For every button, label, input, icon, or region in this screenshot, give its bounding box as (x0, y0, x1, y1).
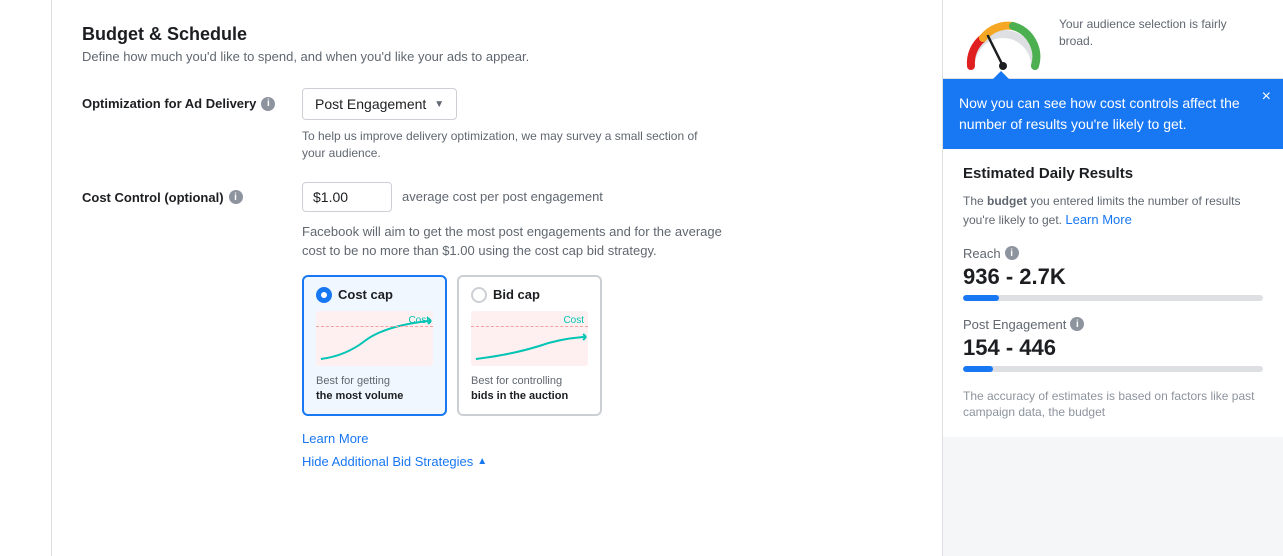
optimization-info-icon[interactable]: i (261, 97, 275, 111)
reach-progress-fill (963, 295, 999, 301)
post-engagement-progress (963, 366, 1263, 372)
reach-info-icon[interactable]: i (1005, 246, 1019, 260)
reach-metric: Reach i 936 - 2.7K (963, 246, 1263, 301)
main-content: Budget & Schedule Define how much you'd … (52, 0, 943, 556)
cost-control-content: average cost per post engagement Faceboo… (302, 182, 912, 470)
bid-cards: Cost cap Cost Best for getting (302, 275, 912, 417)
post-engagement-progress-fill (963, 366, 993, 372)
chevron-up-icon: ▲ (477, 456, 487, 467)
estimated-results: Estimated Daily Results The budget you e… (943, 149, 1283, 437)
cost-cap-chart: Cost (316, 311, 433, 366)
cost-control-row: Cost Control (optional) i average cost p… (82, 182, 912, 470)
cost-cap-header: Cost cap (316, 287, 433, 303)
sidebar (0, 0, 52, 556)
post-engagement-metric: Post Engagement i 154 - 446 (963, 317, 1263, 372)
gauge-svg (963, 16, 1043, 71)
cost-cap-footer: Best for getting the most volume (316, 374, 433, 405)
cost-cap-badge: Cost (408, 315, 429, 326)
section-subtitle: Define how much you'd like to spend, and… (82, 49, 912, 64)
tooltip-close-button[interactable]: × (1262, 89, 1271, 105)
audience-text: Your audience selection is fairly broad. (1059, 16, 1263, 50)
estimated-footer: The accuracy of estimates is based on fa… (963, 388, 1263, 422)
bid-cap-badge: Cost (563, 315, 584, 326)
optimization-label: Optimization for Ad Delivery i (82, 88, 302, 111)
bid-cap-chart: Cost (471, 311, 588, 366)
post-engagement-info-icon[interactable]: i (1070, 317, 1084, 331)
optimization-helper: To help us improve delivery optimization… (302, 128, 702, 162)
tooltip-bubble: Now you can see how cost controls affect… (943, 79, 1283, 149)
bid-cap-header: Bid cap (471, 287, 588, 303)
cost-input[interactable] (302, 182, 392, 212)
cost-cap-radio (316, 287, 332, 303)
bid-cap-footer: Best for controlling bids in the auction (471, 374, 588, 405)
cost-input-row: average cost per post engagement (302, 182, 912, 212)
dropdown-arrow-icon: ▼ (434, 99, 444, 110)
audience-preview: Your audience selection is fairly broad. (943, 0, 1283, 79)
gauge-chart (963, 16, 1043, 66)
cost-cap-card[interactable]: Cost cap Cost Best for getting (302, 275, 447, 417)
cost-input-suffix: average cost per post engagement (402, 189, 603, 204)
estimated-title: Estimated Daily Results (963, 165, 1263, 182)
cost-description: Facebook will aim to get the most post e… (302, 222, 742, 261)
estimated-learn-more[interactable]: Learn More (1065, 212, 1131, 227)
bid-cap-card[interactable]: Bid cap Cost Best for controlling (457, 275, 602, 417)
hide-strategies-link[interactable]: Hide Additional Bid Strategies ▲ (302, 454, 912, 469)
estimated-description: The budget you entered limits the number… (963, 192, 1263, 230)
reach-value: 936 - 2.7K (963, 264, 1263, 290)
optimization-dropdown[interactable]: Post Engagement ▼ (302, 88, 457, 120)
reach-progress (963, 295, 1263, 301)
post-engagement-value: 154 - 446 (963, 335, 1263, 361)
section-title: Budget & Schedule (82, 24, 912, 45)
optimization-row: Optimization for Ad Delivery i Post Enga… (82, 88, 912, 162)
cost-control-label: Cost Control (optional) i (82, 182, 302, 205)
learn-more-link[interactable]: Learn More (302, 431, 368, 446)
cost-control-info-icon[interactable]: i (229, 190, 243, 204)
right-panel: Your audience selection is fairly broad.… (943, 0, 1283, 556)
cost-cap-dashed-line (316, 326, 433, 327)
bid-cap-radio (471, 287, 487, 303)
optimization-control: Post Engagement ▼ To help us improve del… (302, 88, 912, 162)
bid-cap-dashed-line (471, 326, 588, 327)
